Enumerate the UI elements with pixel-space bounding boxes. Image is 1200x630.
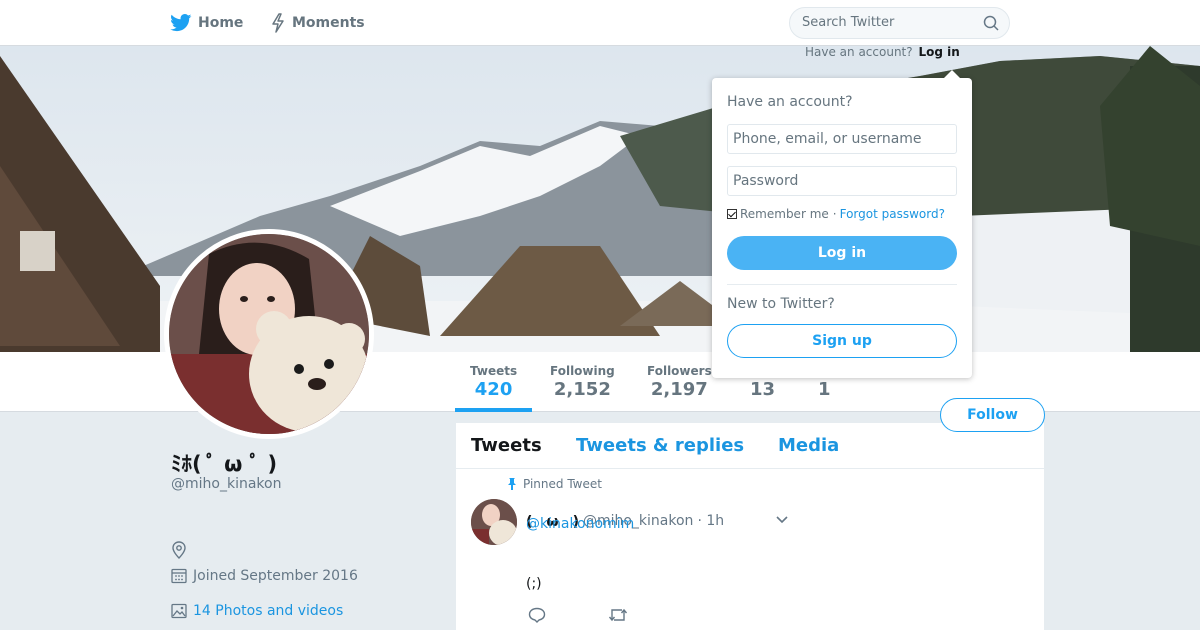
timeline: Tweets Tweets & replies Media Pinned Twe… bbox=[456, 423, 1044, 630]
profile-handle: @miho_kinakon bbox=[171, 476, 282, 492]
photos-videos-link[interactable]: 14 Photos and videos bbox=[193, 603, 343, 619]
login-button[interactable]: Log in bbox=[727, 236, 957, 270]
divider bbox=[727, 284, 957, 285]
search-input[interactable] bbox=[802, 15, 972, 30]
calendar-icon bbox=[171, 568, 187, 584]
stat-following[interactable]: Following 2,152 bbox=[550, 364, 615, 400]
nav-home[interactable]: Home bbox=[170, 12, 243, 34]
location-row bbox=[171, 541, 193, 559]
stat-value: 13 bbox=[750, 379, 776, 400]
tweet-avatar-image bbox=[471, 499, 517, 545]
joined-date: Joined September 2016 bbox=[193, 567, 358, 584]
tab-tweets-and-replies[interactable]: Tweets & replies bbox=[576, 435, 744, 456]
stat-value: 420 bbox=[474, 379, 513, 400]
remember-me-label[interactable]: Remember me bbox=[740, 207, 829, 221]
username-field[interactable] bbox=[727, 124, 957, 154]
pin-icon bbox=[508, 478, 516, 490]
tweet-timestamp[interactable]: · 1h bbox=[697, 513, 724, 529]
tweet-text: (;) bbox=[526, 576, 542, 592]
photo-icon bbox=[171, 603, 187, 619]
tab-media[interactable]: Media bbox=[778, 435, 839, 456]
stat-value: 2,197 bbox=[650, 379, 708, 400]
nav-moments[interactable]: Moments bbox=[270, 12, 365, 34]
follow-button[interactable]: Follow bbox=[940, 398, 1045, 432]
stat-label: Following bbox=[550, 364, 615, 378]
stat-label: Tweets bbox=[470, 364, 518, 378]
stat-value: 2,152 bbox=[553, 379, 611, 400]
twitter-bird-icon bbox=[170, 14, 192, 32]
tweet-mention[interactable]: @kinakonomim bbox=[526, 516, 634, 532]
media-row[interactable]: 14 Photos and videos bbox=[171, 603, 343, 619]
stat-followers[interactable]: Followers 2,197 bbox=[647, 364, 712, 400]
signup-button[interactable]: Sign up bbox=[727, 324, 957, 358]
chevron-down-icon[interactable] bbox=[748, 497, 789, 545]
new-to-twitter-label: New to Twitter? bbox=[727, 296, 835, 312]
nav-home-label: Home bbox=[198, 15, 244, 31]
profile-display-name: ﾐﾎ( ﾟ ω ﾟ ) bbox=[171, 452, 278, 476]
retweet-icon[interactable] bbox=[608, 607, 628, 627]
password-field[interactable] bbox=[727, 166, 957, 196]
pinned-text: Pinned Tweet bbox=[523, 477, 602, 491]
have-account-prompt: Have an account? Log in bbox=[805, 45, 960, 59]
avatar-image bbox=[169, 234, 369, 434]
remember-row: Remember me · Forgot password? bbox=[727, 207, 945, 221]
stat-value: 1 bbox=[818, 379, 831, 400]
lightning-icon bbox=[272, 13, 284, 33]
search-box bbox=[789, 7, 1010, 39]
remember-me-checkbox[interactable] bbox=[727, 209, 737, 219]
login-link[interactable]: Log in bbox=[918, 45, 959, 59]
separator-dot: · bbox=[832, 207, 837, 221]
forgot-password-link[interactable]: Forgot password? bbox=[840, 207, 945, 221]
have-account-text: Have an account? bbox=[805, 45, 913, 59]
reply-icon[interactable] bbox=[528, 607, 546, 627]
login-dropdown: Have an account? Remember me · Forgot pa… bbox=[712, 70, 972, 378]
login-dropdown-title: Have an account? bbox=[727, 94, 853, 110]
nav-moments-label: Moments bbox=[292, 15, 365, 31]
search-icon[interactable] bbox=[983, 15, 999, 35]
tab-tweets[interactable]: Tweets bbox=[471, 435, 542, 456]
tweet-avatar[interactable] bbox=[471, 499, 517, 545]
profile-avatar[interactable] bbox=[164, 229, 374, 439]
stat-tweets[interactable]: Tweets 420 bbox=[454, 364, 533, 412]
joined-row: Joined September 2016 bbox=[171, 567, 358, 584]
location-pin-icon bbox=[172, 541, 186, 559]
top-navigation-bar: Home Moments bbox=[0, 0, 1200, 46]
pinned-label: Pinned Tweet bbox=[507, 477, 602, 491]
stat-label: Followers bbox=[647, 364, 712, 378]
